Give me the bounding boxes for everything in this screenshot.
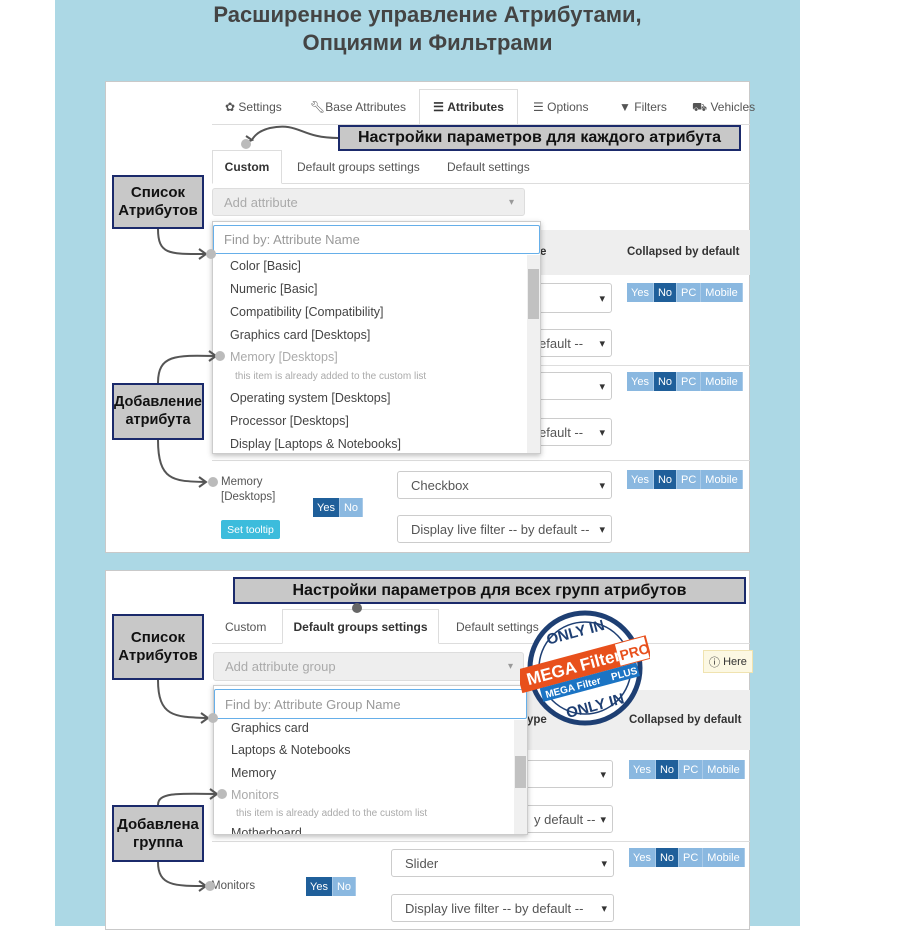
subtabs-divider xyxy=(282,183,750,184)
list-item-disabled: Memory [Desktops] xyxy=(230,350,338,364)
collapsed-toggle[interactable]: Yes No PC Mobile xyxy=(627,283,743,302)
subtab-default-groups[interactable]: Default groups settings xyxy=(282,609,439,644)
mega-filter-badge: ONLY IN ONLY IN MEGA Filter PRO MEGA Fil… xyxy=(520,610,650,726)
callout-attribute-list: Список Атрибутов xyxy=(112,175,204,229)
add-attribute-group-select[interactable]: Add attribute group xyxy=(213,652,524,681)
enabled-toggle[interactable]: Yes No xyxy=(306,877,357,896)
type-select[interactable] xyxy=(520,760,613,788)
list-item[interactable]: Color [Basic] xyxy=(230,259,301,273)
subtab-custom[interactable]: Custom xyxy=(225,620,266,634)
collapsed-toggle[interactable]: Yes No PC Mobile xyxy=(627,470,743,489)
type-select[interactable] xyxy=(530,372,612,400)
gear-icon: ✿ xyxy=(225,100,236,114)
attribute-group-dropdown: Find by: Attribute Group Name Graphics c… xyxy=(213,685,528,835)
scrollbar-thumb[interactable] xyxy=(515,756,526,788)
scrollbar-thumb[interactable] xyxy=(528,269,539,319)
row-group-label: Monitors xyxy=(211,880,256,892)
type-select[interactable] xyxy=(530,283,612,313)
tab-filters[interactable]: ▼ Filters xyxy=(619,100,667,114)
list-item[interactable]: Graphics card [Desktops] xyxy=(230,328,370,342)
collapsed-toggle[interactable]: Yes No PC Mobile xyxy=(629,760,745,779)
list-item[interactable]: Laptops & Notebooks xyxy=(231,743,351,757)
row-divider xyxy=(212,460,750,461)
tab-options[interactable]: ☰ Options xyxy=(533,100,588,114)
list-item[interactable]: Operating system [Desktops] xyxy=(230,391,390,405)
list-item[interactable]: Display [Laptops & Notebooks] xyxy=(230,437,401,451)
live-filter-select[interactable]: efault -- xyxy=(530,418,612,446)
scrollbar[interactable] xyxy=(527,255,540,453)
collapsed-toggle[interactable]: Yes No PC Mobile xyxy=(627,372,743,391)
type-select[interactable]: Slider xyxy=(391,849,614,877)
help-hint[interactable]: ⓘ Here xyxy=(703,650,753,673)
already-added-note: this item is already added to the custom… xyxy=(236,808,428,819)
list-item[interactable]: Motherboard xyxy=(231,826,302,834)
add-attribute-select[interactable]: Add attribute xyxy=(212,188,525,216)
callout-each-attribute: Настройки параметров для каждого атрибут… xyxy=(338,125,741,151)
set-tooltip-button[interactable]: Set tooltip xyxy=(221,520,280,539)
attribute-dropdown: Find by: Attribute Name Color [Basic] Nu… xyxy=(212,221,541,454)
callout-all-groups: Настройки параметров для всех групп атри… xyxy=(233,577,746,604)
tab-attributes[interactable]: ☰ Attributes xyxy=(419,89,518,125)
list-icon: ☰ xyxy=(533,100,544,114)
collapsed-toggle[interactable]: Yes No PC Mobile xyxy=(629,848,745,867)
list-item[interactable]: Compatibility [Compatibility] xyxy=(230,305,384,319)
tab-vehicles[interactable]: ⛟ Vehicles xyxy=(692,100,755,116)
list-item-disabled: Monitors xyxy=(231,788,279,802)
tab-base-attributes[interactable]: 🔧︎Base Attributes xyxy=(310,100,406,114)
list-item[interactable]: Processor [Desktops] xyxy=(230,414,349,428)
enabled-toggle[interactable]: Yes No xyxy=(313,498,364,517)
header-collapsed: Collapsed by default xyxy=(627,246,740,258)
live-filter-select[interactable]: efault -- xyxy=(530,329,612,357)
attribute-group-search-input[interactable]: Find by: Attribute Group Name xyxy=(214,689,527,719)
live-filter-select[interactable]: y default -- xyxy=(520,805,613,833)
callout-add-attribute: Добавление атрибута xyxy=(112,383,204,440)
row-attribute-label: Memory [Desktops] xyxy=(221,476,276,503)
subtab-default-groups[interactable]: Default groups settings xyxy=(297,160,420,174)
wrench-icon: 🔧︎ xyxy=(310,100,326,114)
attribute-search-input[interactable]: Find by: Attribute Name xyxy=(213,225,540,254)
list-item[interactable]: Graphics card xyxy=(231,721,309,735)
tab-settings[interactable]: ✿ Settings xyxy=(225,100,282,114)
truck-icon: ⛟ xyxy=(692,100,708,114)
list-icon: ☰ xyxy=(433,100,444,114)
page-title-line1: Расширенное управление Атрибутами, xyxy=(213,2,642,27)
filter-icon: ▼ xyxy=(619,100,631,114)
live-filter-select[interactable]: Display live filter -- by default -- xyxy=(397,515,612,543)
type-select[interactable]: Checkbox xyxy=(397,471,612,499)
scrollbar[interactable] xyxy=(514,720,527,834)
list-item[interactable]: Memory xyxy=(231,766,276,780)
callout-attribute-list: Список Атрибутов xyxy=(112,614,204,680)
list-item[interactable]: Numeric [Basic] xyxy=(230,282,318,296)
already-added-note: this item is already added to the custom… xyxy=(235,371,427,382)
page-title-line2: Опциями и Фильтрами xyxy=(302,30,553,55)
subtabs-divider xyxy=(212,643,282,644)
callout-group-added: Добавлена группа xyxy=(112,805,204,862)
subtab-default-settings[interactable]: Default settings xyxy=(447,160,530,174)
info-icon: ⓘ xyxy=(709,656,720,669)
live-filter-select[interactable]: Display live filter -- by default -- xyxy=(391,894,614,922)
row-divider xyxy=(212,841,750,842)
subtab-custom[interactable]: Custom xyxy=(212,150,282,184)
